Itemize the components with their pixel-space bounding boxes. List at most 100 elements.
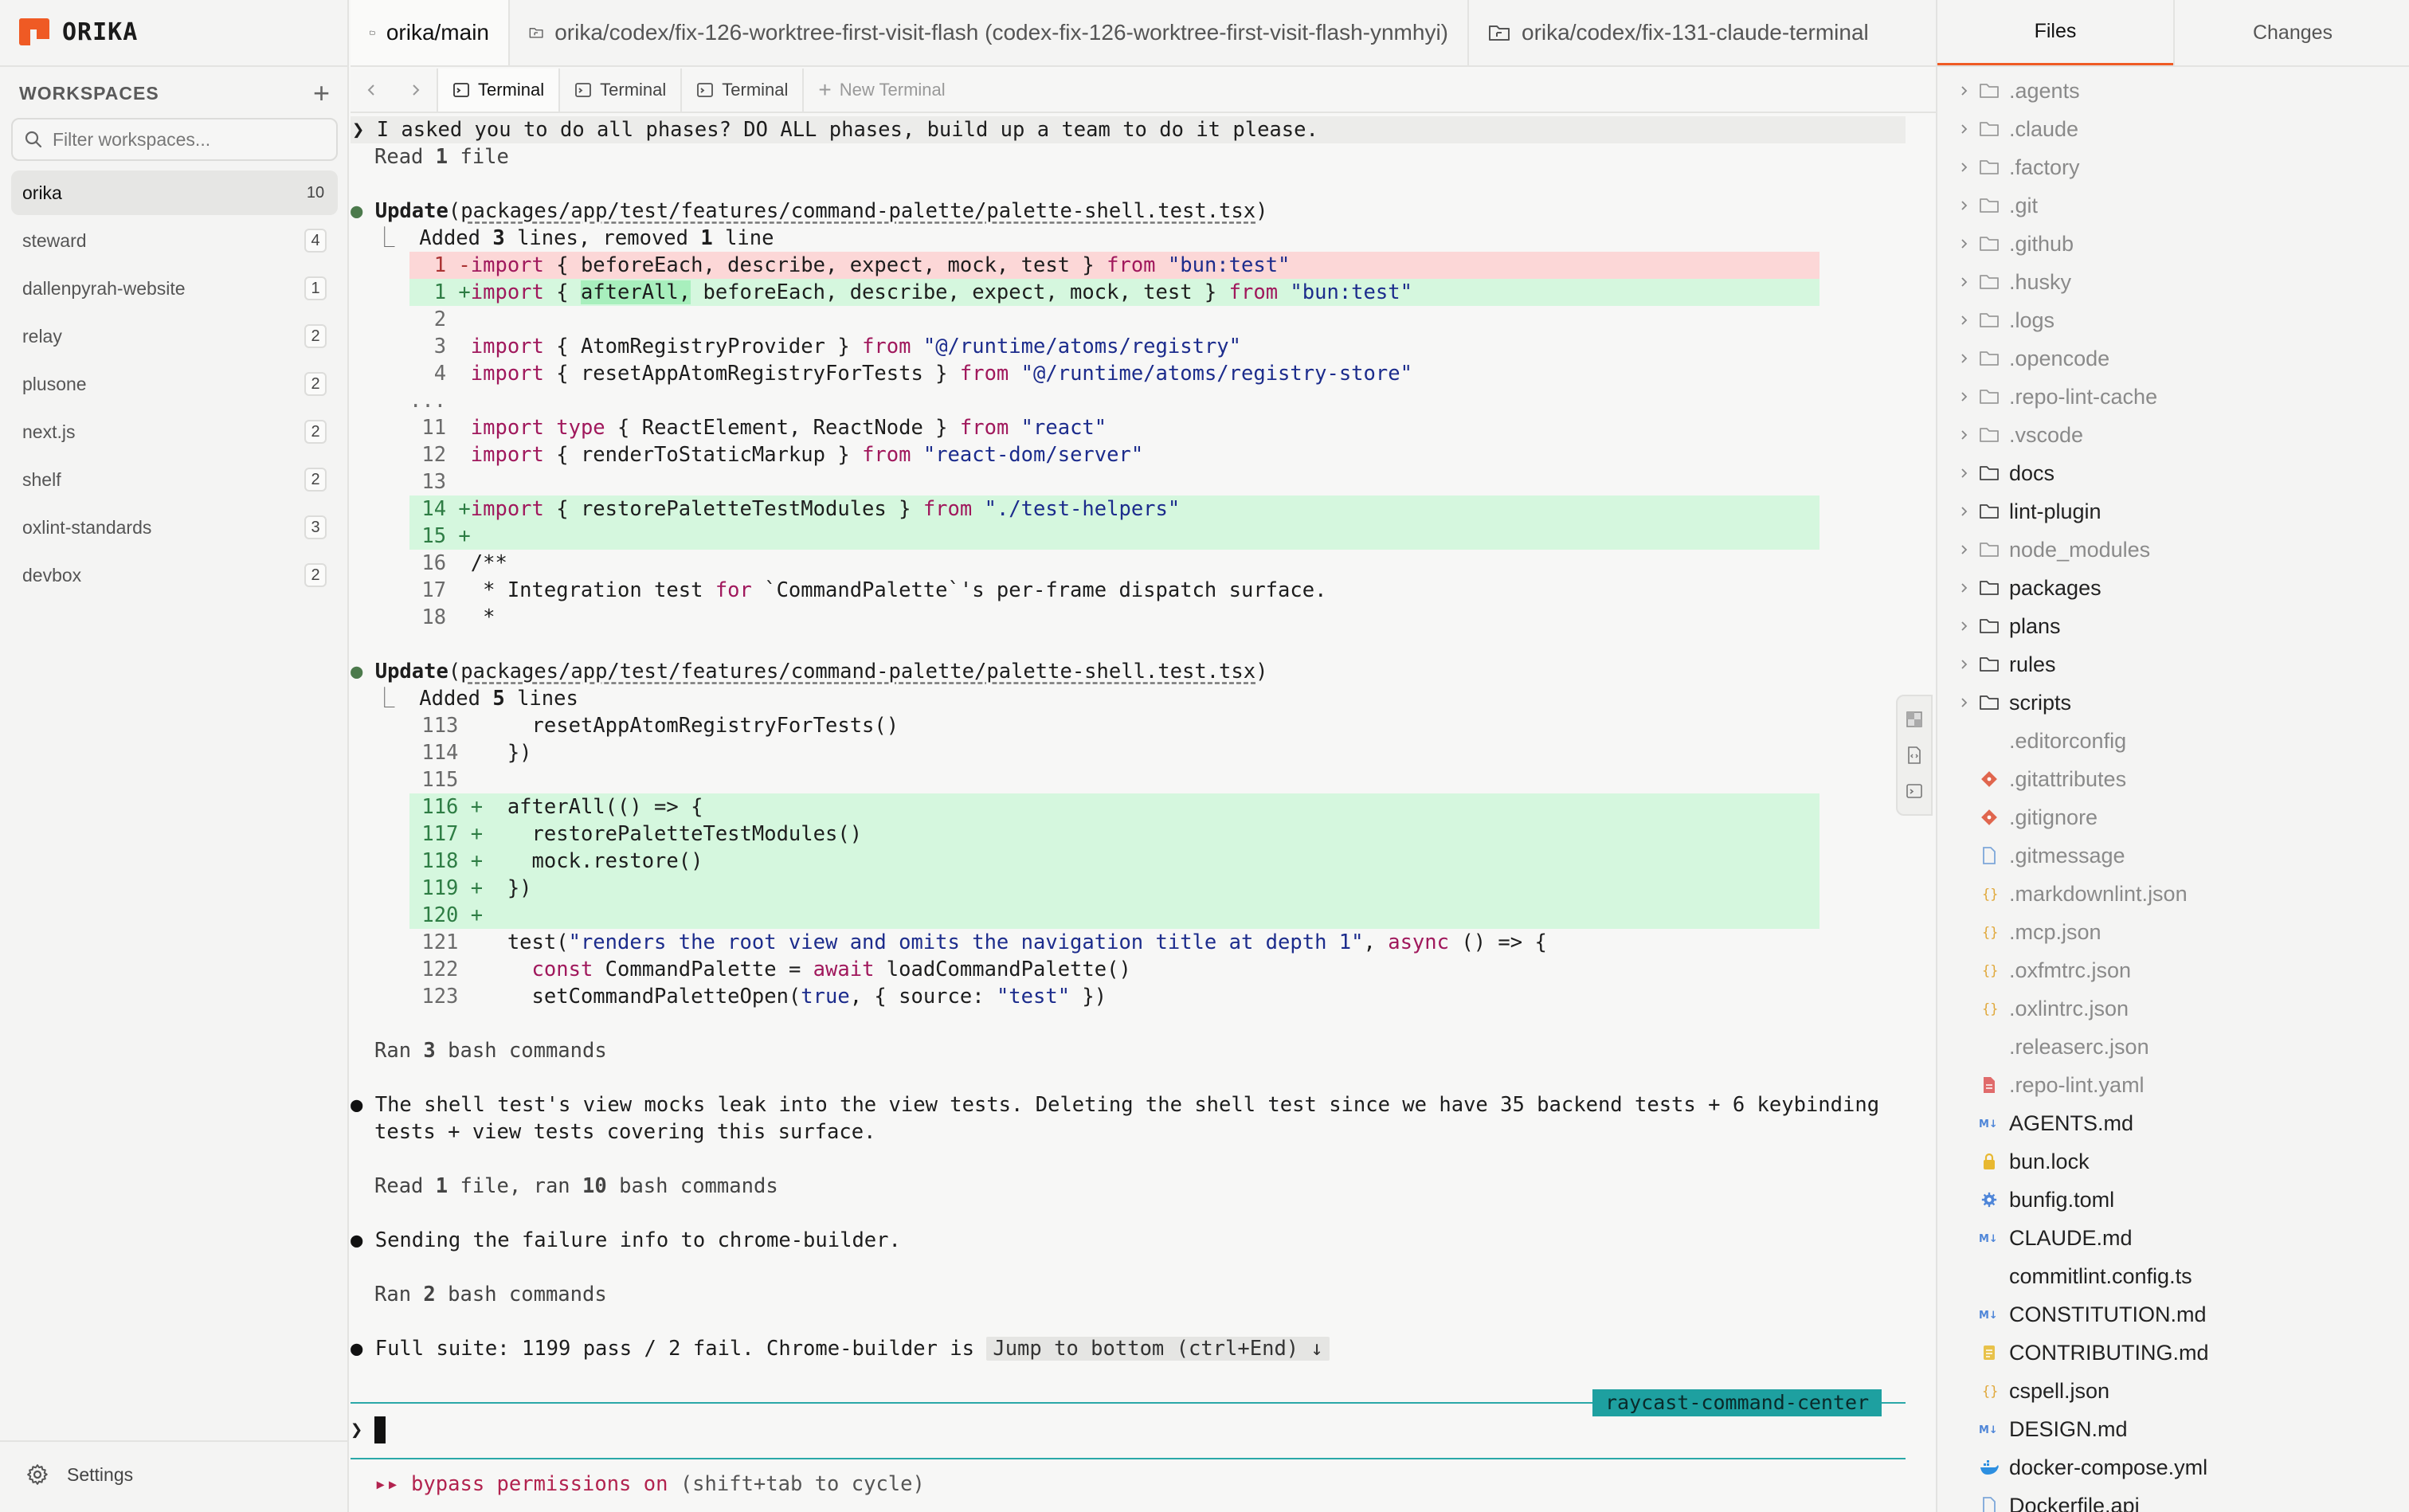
workspace-name: shelf <box>22 468 61 490</box>
terminal-tab-1[interactable]: Terminal <box>437 69 559 112</box>
terminal-tab-3[interactable]: Terminal <box>680 69 802 112</box>
tree-folder-rules[interactable]: rules <box>1937 645 2409 684</box>
text-cursor[interactable] <box>374 1416 386 1443</box>
tree-folder-vscode[interactable]: .vscode <box>1937 416 2409 454</box>
terminal-icon[interactable] <box>1905 781 1924 801</box>
tree-file-releaserc-json[interactable]: .releaserc.json <box>1937 1028 2409 1066</box>
tree-item-label: .opencode <box>2009 346 2110 370</box>
back-button[interactable] <box>351 69 394 112</box>
worktree-tab-fix-126[interactable]: orika/codex/fix-126-worktree-first-visit… <box>510 0 1469 65</box>
tree-folder-lint-plugin[interactable]: lint-plugin <box>1937 492 2409 531</box>
settings-button[interactable]: Settings <box>25 1463 133 1487</box>
assistant-message: ● Full suite: 1199 pass / 2 fail. Chrome… <box>351 1335 1330 1362</box>
tree-folder-repo-lint-cache[interactable]: .repo-lint-cache <box>1937 378 2409 416</box>
tree-file-contributing-md[interactable]: CONTRIBUTING.md <box>1937 1334 2409 1372</box>
terminal-tab-label: Terminal <box>600 80 667 100</box>
new-terminal-button[interactable]: + New Terminal <box>802 69 959 112</box>
panel-tabs: Files Changes <box>1937 0 2409 67</box>
tree-file-commitlint-config-ts[interactable]: commitlint.config.ts <box>1937 1257 2409 1295</box>
workspace-item-relay[interactable]: relay 2 <box>11 314 338 358</box>
folder-icon <box>1976 82 2003 100</box>
terminal-output[interactable]: ❯ I asked you to do all phases? DO ALL p… <box>351 115 2015 1512</box>
chevron-right-icon <box>1952 544 1976 555</box>
svg-text:{}: {} <box>1982 963 1998 979</box>
tree-item-label: .releaserc.json <box>2009 1034 2149 1059</box>
tree-file-editorconfig[interactable]: .editorconfig <box>1937 722 2409 760</box>
tree-folder-agents[interactable]: .agents <box>1937 72 2409 110</box>
workspace-item-devbox[interactable]: devbox 2 <box>11 553 338 597</box>
workspace-item-next-js[interactable]: next.js 2 <box>11 409 338 454</box>
worktree-tab-label: orika/main <box>386 20 489 45</box>
tree-folder-scripts[interactable]: scripts <box>1937 684 2409 722</box>
workspace-list: orika 10 steward 4 dallenpyrah-website 1 relay… <box>11 170 338 601</box>
permission-mode-status[interactable]: ▸▸ bypass permissions on (shift+tab to c… <box>374 1471 925 1498</box>
file-path-link[interactable]: packages/app/test/features/command-palet… <box>460 199 1255 223</box>
workspace-filter-input[interactable] <box>53 128 323 151</box>
diff-context-line: 2 <box>409 307 471 331</box>
workspace-item-oxlint-standards[interactable]: oxlint-standards 3 <box>11 505 338 550</box>
tree-file-mcp-json[interactable]: {} .mcp.json <box>1937 913 2409 951</box>
tree-file-claude-md[interactable]: M↓ CLAUDE.md <box>1937 1219 2409 1257</box>
input-prompt-symbol: ❯ <box>351 1418 363 1442</box>
diff-context-line: 17 * Integration test for `CommandPalett… <box>409 578 1327 602</box>
tree-folder-logs[interactable]: .logs <box>1937 301 2409 339</box>
tree-item-label: docs <box>2009 460 2055 485</box>
chevron-right-icon <box>1952 391 1976 402</box>
folder-icon <box>1976 311 2003 329</box>
tree-file-docker-compose-yml[interactable]: docker-compose.yml <box>1937 1448 2409 1487</box>
tree-folder-husky[interactable]: .husky <box>1937 263 2409 301</box>
tab-changes[interactable]: Changes <box>2173 0 2409 65</box>
tree-folder-opencode[interactable]: .opencode <box>1937 339 2409 378</box>
markdown-icon: M↓ <box>1976 1231 2003 1245</box>
tree-file-bunfig-toml[interactable]: bunfig.toml <box>1937 1181 2409 1219</box>
workspace-item-steward[interactable]: steward 4 <box>11 218 338 263</box>
tree-file-agents-md[interactable]: M↓ AGENTS.md <box>1937 1104 2409 1142</box>
jump-to-bottom-button[interactable]: Jump to bottom (ctrl+End) ↓ <box>986 1337 1330 1361</box>
workspace-item-orika[interactable]: orika 10 <box>11 170 338 215</box>
workspace-name: devbox <box>22 564 82 586</box>
tree-folder-plans[interactable]: plans <box>1937 607 2409 645</box>
tree-folder-claude[interactable]: .claude <box>1937 110 2409 148</box>
add-workspace-button[interactable]: + <box>313 79 330 108</box>
terminal-tab-2[interactable]: Terminal <box>558 69 680 112</box>
tree-file-oxlintrc-json[interactable]: {} .oxlintrc.json <box>1937 989 2409 1028</box>
tree-folder-factory[interactable]: .factory <box>1937 148 2409 186</box>
json-icon: {} <box>1976 1000 2003 1017</box>
tree-folder-github[interactable]: .github <box>1937 225 2409 263</box>
workspace-item-shelf[interactable]: shelf 2 <box>11 457 338 502</box>
tree-folder-git[interactable]: .git <box>1937 186 2409 225</box>
tree-item-label: packages <box>2009 575 2102 600</box>
code-file-icon[interactable] <box>1905 746 1924 765</box>
tree-file-oxfmtrc-json[interactable]: {} .oxfmtrc.json <box>1937 951 2409 989</box>
worktree-tab-fix-131[interactable]: orika/codex/fix-131-claude-terminal <box>1469 0 1952 65</box>
svg-text:{}: {} <box>1982 1384 1998 1400</box>
json-icon: {} <box>1976 923 2003 941</box>
tree-file-constitution-md[interactable]: M↓ CONSTITUTION.md <box>1937 1295 2409 1334</box>
tree-file-gitignore[interactable]: .gitignore <box>1937 798 2409 836</box>
worktree-tab-main[interactable]: orika/main <box>351 0 510 65</box>
tree-folder-node-modules[interactable]: node_modules <box>1937 531 2409 569</box>
tree-folder-docs[interactable]: docs <box>1937 454 2409 492</box>
tree-file-cspell-json[interactable]: {} cspell.json <box>1937 1372 2409 1410</box>
tree-file-design-md[interactable]: M↓ DESIGN.md <box>1937 1410 2409 1448</box>
folder-icon <box>1976 426 2003 444</box>
tree-file-bun-lock[interactable]: bun.lock <box>1937 1142 2409 1181</box>
file-path-link[interactable]: packages/app/test/features/command-palet… <box>460 660 1255 684</box>
diff-context-line: 18 * <box>409 605 496 629</box>
tree-folder-packages[interactable]: packages <box>1937 569 2409 607</box>
workspace-count-badge: 2 <box>304 468 327 492</box>
chevron-right-icon <box>1952 276 1976 288</box>
diff-added-line: 1 +import { afterAll, beforeEach, descri… <box>409 279 1819 306</box>
workspace-item-plusone[interactable]: plusone 2 <box>11 362 338 406</box>
tree-file-markdownlint-json[interactable]: {} .markdownlint.json <box>1937 875 2409 913</box>
grid-icon[interactable] <box>1905 710 1924 729</box>
workspace-item-dallenpyrah-website[interactable]: dallenpyrah-website 1 <box>11 266 338 311</box>
tree-file-repo-lint-yaml[interactable]: .repo-lint.yaml <box>1937 1066 2409 1104</box>
tree-file-gitattributes[interactable]: .gitattributes <box>1937 760 2409 798</box>
tree-file-dockerfile-api[interactable]: Dockerfile.api <box>1937 1487 2409 1512</box>
tree-file-gitmessage[interactable]: .gitmessage <box>1937 836 2409 875</box>
forward-button[interactable] <box>394 69 437 112</box>
diff-context-line: 115 <box>409 768 484 792</box>
tab-files[interactable]: Files <box>1937 0 2173 65</box>
yaml-icon <box>1976 1075 2003 1095</box>
